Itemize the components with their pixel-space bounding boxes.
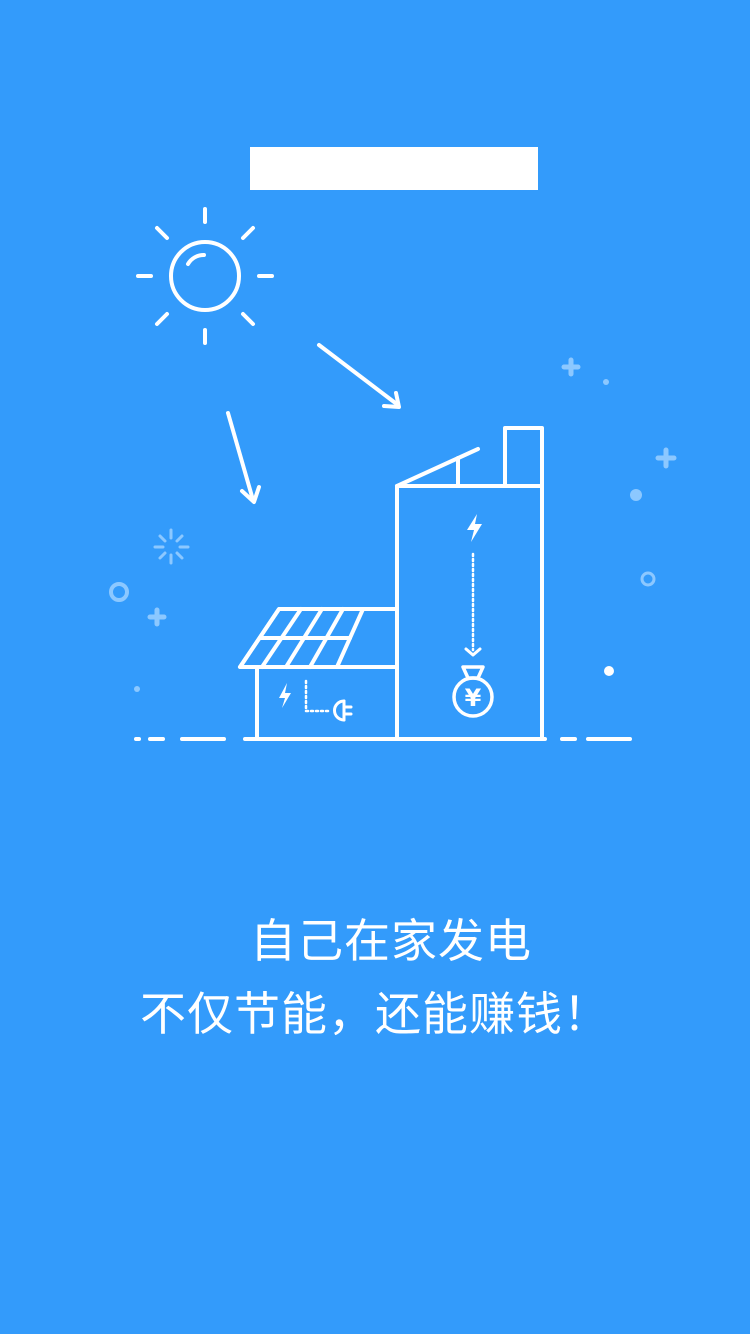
solar-panel-icon: [238, 607, 365, 669]
sun-ray-arrow-icon: [317, 343, 401, 409]
lightning-icon: [467, 514, 482, 542]
solar-house-illustration: ¥: [109, 207, 677, 741]
sparkle-decoration-icon: [109, 357, 677, 692]
lightning-icon: [279, 683, 291, 708]
sun-icon: [136, 207, 274, 345]
plug-icon: [333, 699, 353, 722]
yuan-symbol: ¥: [465, 684, 482, 712]
dot-decoration-icon: [604, 666, 614, 676]
sun-ray-arrow-icon: [226, 411, 261, 504]
headline-line-2: 不仅节能，还能赚钱！: [140, 987, 610, 1041]
headline-line-1: 自己在家发电: [250, 914, 532, 968]
